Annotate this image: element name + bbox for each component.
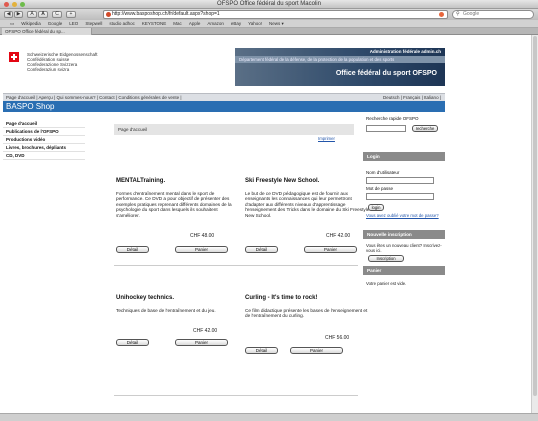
bookmarks-bar: ▭ Wikipedia Google LEO Stepwell studio a… — [0, 20, 538, 28]
leftnav-item-books[interactable]: Livres, brochures, dépliants — [3, 144, 85, 152]
row-divider — [114, 395, 358, 396]
site-favicon-icon — [106, 12, 111, 17]
quick-search-input[interactable] — [366, 125, 406, 132]
rss-icon[interactable] — [439, 12, 444, 17]
product-price: CHF 42.00 — [326, 233, 351, 239]
bookmark-item[interactable]: Yahoo! — [248, 20, 262, 27]
search-field[interactable]: ⚲ Google — [452, 10, 534, 19]
product-name[interactable]: Ski Freestyle New School. — [245, 178, 371, 186]
username-input[interactable] — [366, 177, 434, 184]
cart-button[interactable]: Panier — [175, 246, 228, 253]
bookmark-item[interactable]: studio adhoc — [109, 20, 135, 27]
password-input[interactable] — [366, 193, 434, 200]
search-icon: ⚲ — [456, 11, 460, 17]
product-card: MENTALTraining. Formes d'entraînement me… — [116, 178, 242, 218]
back-button[interactable]: ◀ — [4, 11, 13, 18]
product-card: Unihockey technics. Techniques de base d… — [116, 295, 242, 313]
quick-search-label: Recherche rapide OFSPO — [366, 116, 419, 121]
bookmarks-icon[interactable]: ▭ — [10, 20, 14, 27]
address-bar[interactable]: http://www.basposhop.ch/fr/default.aspx?… — [103, 10, 448, 19]
leftnav-item-video[interactable]: Productions vidéo — [3, 136, 85, 144]
register-button[interactable]: Inscription — [368, 255, 404, 262]
bookmark-item[interactable]: Wikipedia — [21, 20, 41, 27]
add-bookmark-button[interactable]: + — [66, 11, 76, 18]
address-url: http://www.basposhop.ch/fr/default.aspx?… — [112, 11, 220, 17]
username-label: Nom d'utilisateur — [366, 170, 400, 175]
product-card: Ski Freestyle New School. Le but de ce D… — [245, 178, 371, 218]
left-navigation: Page d'accueil Publications de l'OFSPO P… — [3, 120, 85, 160]
nav-links[interactable]: Page d'accueil | Aperçu | Qui sommes-nou… — [6, 95, 182, 100]
forward-button[interactable]: ▶ — [14, 11, 23, 18]
bookmark-item[interactable]: KEYSTONE — [142, 20, 166, 27]
login-header: Login — [363, 152, 445, 161]
vertical-scrollbar[interactable] — [531, 35, 538, 413]
leftnav-item-cd-dvd[interactable]: CD, DVD — [3, 152, 85, 160]
product-price: CHF 48.00 — [190, 233, 215, 239]
site-title: Office fédéral du sport OFSPO — [335, 70, 437, 77]
register-text: Vous êtes un nouveau client? Inscrivez-v… — [366, 243, 442, 253]
forgot-password-link[interactable]: Vous avez oublié votre mot de passe? — [366, 213, 442, 218]
bookmark-item[interactable]: Stepwell — [85, 20, 102, 27]
page-viewport — [0, 35, 531, 413]
bookmark-item[interactable]: Apple — [189, 20, 201, 27]
product-price: CHF 42.00 — [193, 328, 218, 334]
shop-title-bar: BASPO Shop — [3, 101, 445, 112]
product-name[interactable]: Unihockey technics. — [116, 295, 242, 303]
bookmark-item[interactable]: LEO — [69, 20, 78, 27]
leftnav-item-publications[interactable]: Publications de l'OFSPO — [3, 128, 85, 136]
password-label: Mot de passe — [366, 186, 394, 191]
product-price: CHF 56.00 — [325, 335, 350, 341]
detail-button[interactable]: Détail — [245, 246, 278, 253]
product-description: Le but de ce DVD pédagogique est de four… — [245, 191, 370, 218]
tab-ofspo[interactable]: OFSPO Office fédéral du sp... — [2, 28, 92, 35]
window-titlebar: OFSPO Office fédéral du sport Macolin — [0, 0, 538, 9]
search-placeholder: Google — [463, 11, 480, 17]
bookmark-item[interactable]: Google — [48, 20, 63, 27]
product-description: Ce film didactique présente les bases de… — [245, 308, 368, 319]
product-card: Curling - It's time to rock! Ce film did… — [245, 295, 371, 319]
cart-status: Votre panier est vide. — [366, 281, 407, 286]
shop-title: BASPO Shop — [6, 102, 55, 111]
product-name[interactable]: Curling - It's time to rock! — [245, 295, 371, 303]
bookmark-item[interactable]: News ▾ — [269, 20, 284, 27]
register-header: Nouvelle inscription — [363, 230, 445, 239]
bookmark-item[interactable]: Mac — [173, 20, 182, 27]
print-link[interactable]: Imprimer — [318, 136, 335, 141]
department-strip: Département fédéral de la défense, de la… — [235, 56, 445, 63]
swiss-flag-icon — [9, 52, 19, 62]
text-larger-button[interactable]: A — [38, 11, 48, 18]
browser-toolbar: ◀ ▶ A A C + http://www.basposhop.ch/fr/d… — [0, 9, 538, 20]
bookmark-item[interactable]: Amazon — [207, 20, 224, 27]
cart-button[interactable]: Panier — [175, 339, 228, 346]
quick-search-button[interactable]: recherche — [412, 125, 438, 132]
detail-button[interactable]: Détail — [245, 347, 278, 354]
header-banner: Administration fédérale admin.ch Départe… — [235, 48, 445, 86]
text-smaller-button[interactable]: A — [27, 11, 37, 18]
product-name[interactable]: MENTALTraining. — [116, 178, 242, 186]
row-divider — [114, 265, 358, 266]
admin-link[interactable]: Administration fédérale admin.ch — [370, 49, 441, 54]
window-title: OFSPO Office fédéral du sport Macolin — [217, 1, 321, 7]
top-navigation: Page d'accueil | Aperçu | Qui sommes-nou… — [3, 93, 445, 101]
bookmark-item[interactable]: eBay — [231, 20, 241, 27]
tab-strip: OFSPO Office fédéral du sp... — [0, 28, 538, 35]
cart-button[interactable]: Panier — [290, 347, 343, 354]
cart-header: Panier — [363, 266, 445, 275]
login-button[interactable]: login — [368, 204, 384, 211]
breadcrumb: Page d'accueil — [114, 124, 354, 135]
status-bar — [0, 413, 538, 421]
product-description: Formes d'entraînement mental dans le spo… — [116, 191, 232, 218]
detail-button[interactable]: Détail — [116, 246, 149, 253]
reload-button[interactable]: C — [52, 11, 62, 18]
detail-button[interactable]: Détail — [116, 339, 149, 346]
leftnav-item-home[interactable]: Page d'accueil — [3, 120, 85, 128]
product-description: Techniques de base de l'entraînement et … — [116, 308, 216, 313]
org-line: Confederaziun svizra — [27, 67, 70, 72]
cart-button[interactable]: Panier — [304, 246, 357, 253]
scrollbar-thumb[interactable] — [533, 36, 537, 396]
